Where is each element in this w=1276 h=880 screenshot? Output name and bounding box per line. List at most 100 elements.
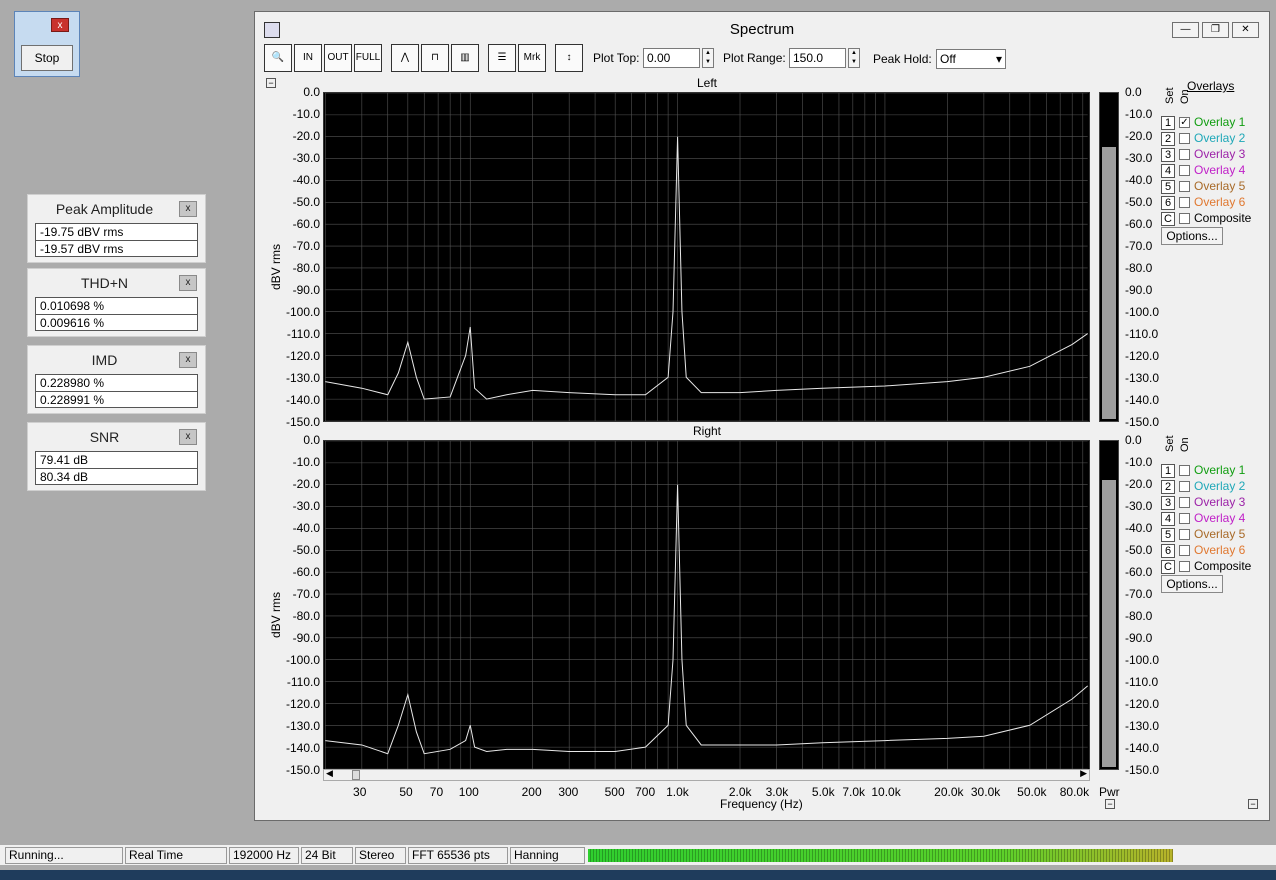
overlay-set-button[interactable]: 2	[1161, 131, 1175, 146]
plot-background	[325, 93, 1088, 421]
right-spectrum-plot[interactable]	[323, 440, 1090, 770]
overlay-item[interactable]: 2 Overlay 2	[1161, 130, 1271, 146]
collapse-icon[interactable]: −	[1248, 799, 1258, 809]
y-axis-label-left: dBV rms	[269, 243, 283, 290]
stop-button[interactable]: Stop	[21, 45, 73, 71]
overlay-set-button[interactable]: 1	[1161, 115, 1175, 130]
horizontal-scrollbar[interactable]: ◀ ▶	[323, 768, 1090, 781]
scroll-left-icon[interactable]: ◀	[326, 768, 333, 779]
close-icon[interactable]: x	[179, 429, 197, 445]
autoscale-icon[interactable]: ↕	[555, 44, 583, 72]
overlay-item[interactable]: C Composite	[1161, 210, 1271, 226]
left-power-meter	[1099, 92, 1119, 422]
close-icon[interactable]: x	[179, 275, 197, 291]
table-icon[interactable]: ☰	[488, 44, 516, 72]
overlay-checkbox[interactable]: ✓	[1179, 117, 1190, 129]
overlay-checkbox[interactable]	[1179, 481, 1190, 493]
peak-hold-select[interactable]: Off ▾	[936, 49, 1006, 69]
line-view-icon[interactable]: ⋀	[391, 44, 419, 72]
close-icon[interactable]: x	[179, 201, 197, 217]
y-tick-label: -80.0	[1125, 261, 1153, 275]
meter-value-left: 0.010698 %	[35, 297, 198, 314]
overlay-item[interactable]: 3 Overlay 3	[1161, 146, 1271, 162]
overlay-checkbox[interactable]	[1179, 561, 1190, 573]
minimize-icon[interactable]: —	[1172, 22, 1199, 38]
overlay-checkbox[interactable]	[1179, 465, 1190, 477]
y-tick-label: -140.0	[285, 393, 320, 407]
marker-button[interactable]: Mrk	[518, 44, 546, 72]
overlay-item[interactable]: 1 Overlay 1	[1161, 462, 1271, 478]
overlay-item[interactable]: 6 Overlay 6	[1161, 194, 1271, 210]
plot-top-spinner[interactable]: ▲ ▼	[702, 48, 714, 68]
close-icon[interactable]: x	[51, 18, 69, 32]
level-meter	[588, 849, 1173, 862]
scroll-right-icon[interactable]: ▶	[1080, 768, 1087, 779]
overlay-set-button[interactable]: 1	[1161, 463, 1175, 478]
options-button[interactable]: Options...	[1161, 227, 1223, 245]
overlay-set-button[interactable]: 3	[1161, 495, 1175, 510]
zoom-out-full-icon[interactable]: FULL	[354, 44, 382, 72]
on-label: On	[1179, 89, 1191, 104]
overlay-item[interactable]: 6 Overlay 6	[1161, 542, 1271, 558]
meter-title: IMD	[91, 352, 118, 368]
overlay-item[interactable]: 1 ✓ Overlay 1	[1161, 114, 1271, 130]
bar-view-icon[interactable]: ▥	[451, 44, 479, 72]
overlay-set-button[interactable]: 6	[1161, 543, 1175, 558]
overlay-item[interactable]: 4 Overlay 4	[1161, 510, 1271, 526]
plot-top-input[interactable]: 0.00	[643, 48, 700, 68]
y-tick-label: -100.0	[285, 305, 320, 319]
right-panel-title: Right	[692, 424, 721, 438]
overlay-set-button[interactable]: 5	[1161, 179, 1175, 194]
overlay-checkbox[interactable]	[1179, 133, 1190, 145]
y-tick-label: -150.0	[285, 763, 320, 777]
y-tick-label: -120.0	[1125, 697, 1160, 711]
overlay-item[interactable]: 5 Overlay 5	[1161, 178, 1271, 194]
restore-icon[interactable]: ❐	[1202, 22, 1229, 38]
pwr-label: Pwr	[1099, 785, 1120, 799]
zoom-icon[interactable]: 🔍	[264, 44, 292, 72]
overlay-set-button[interactable]: 6	[1161, 195, 1175, 210]
options-button[interactable]: Options...	[1161, 575, 1223, 593]
overlay-item[interactable]: 5 Overlay 5	[1161, 526, 1271, 542]
y-tick-label: -60.0	[292, 565, 320, 579]
overlay-checkbox[interactable]	[1179, 529, 1190, 541]
y-tick-label: -110.0	[1125, 327, 1159, 341]
step-view-icon[interactable]: ⊓	[421, 44, 449, 72]
x-tick-label: 70	[429, 785, 444, 799]
zoom-in-2x-icon[interactable]: IN	[294, 44, 322, 72]
overlay-item[interactable]: 4 Overlay 4	[1161, 162, 1271, 178]
overlay-item[interactable]: 2 Overlay 2	[1161, 478, 1271, 494]
overlay-set-button[interactable]: 4	[1161, 163, 1175, 178]
overlay-set-button[interactable]: 2	[1161, 479, 1175, 494]
overlay-checkbox[interactable]	[1179, 197, 1190, 209]
overlay-checkbox[interactable]	[1179, 213, 1190, 225]
overlay-checkbox[interactable]	[1179, 181, 1190, 193]
overlay-set-button[interactable]: C	[1161, 559, 1175, 574]
overlay-item[interactable]: 3 Overlay 3	[1161, 494, 1271, 510]
plot-range-input[interactable]: 150.0	[789, 48, 846, 68]
overlay-item[interactable]: C Composite	[1161, 558, 1271, 574]
overlay-label: Overlay 6	[1194, 543, 1246, 557]
overlay-checkbox[interactable]	[1179, 165, 1190, 177]
overlay-set-button[interactable]: C	[1161, 211, 1175, 226]
y-tick-label: -30.0	[292, 499, 320, 513]
overlay-set-button[interactable]: 5	[1161, 527, 1175, 542]
overlay-set-button[interactable]: 3	[1161, 147, 1175, 162]
y-tick-label: -140.0	[1125, 741, 1160, 755]
overlay-checkbox[interactable]	[1179, 513, 1190, 525]
overlay-label: Overlay 2	[1194, 131, 1246, 145]
plot-range-spinner[interactable]: ▲ ▼	[848, 48, 860, 68]
y-tick-label: 0.0	[303, 85, 320, 99]
overlay-set-button[interactable]: 4	[1161, 511, 1175, 526]
overlay-label: Overlay 1	[1194, 115, 1246, 129]
zoom-out-2x-icon[interactable]: OUT	[324, 44, 352, 72]
close-icon[interactable]: x	[179, 352, 197, 368]
collapse-icon[interactable]: −	[1105, 799, 1115, 809]
overlay-checkbox[interactable]	[1179, 149, 1190, 161]
scroll-thumb[interactable]	[352, 770, 360, 780]
left-spectrum-plot[interactable]	[323, 92, 1090, 422]
overlay-checkbox[interactable]	[1179, 497, 1190, 509]
close-icon[interactable]: ✕	[1232, 22, 1259, 38]
chevron-down-icon: ▾	[995, 52, 1002, 66]
overlay-checkbox[interactable]	[1179, 545, 1190, 557]
